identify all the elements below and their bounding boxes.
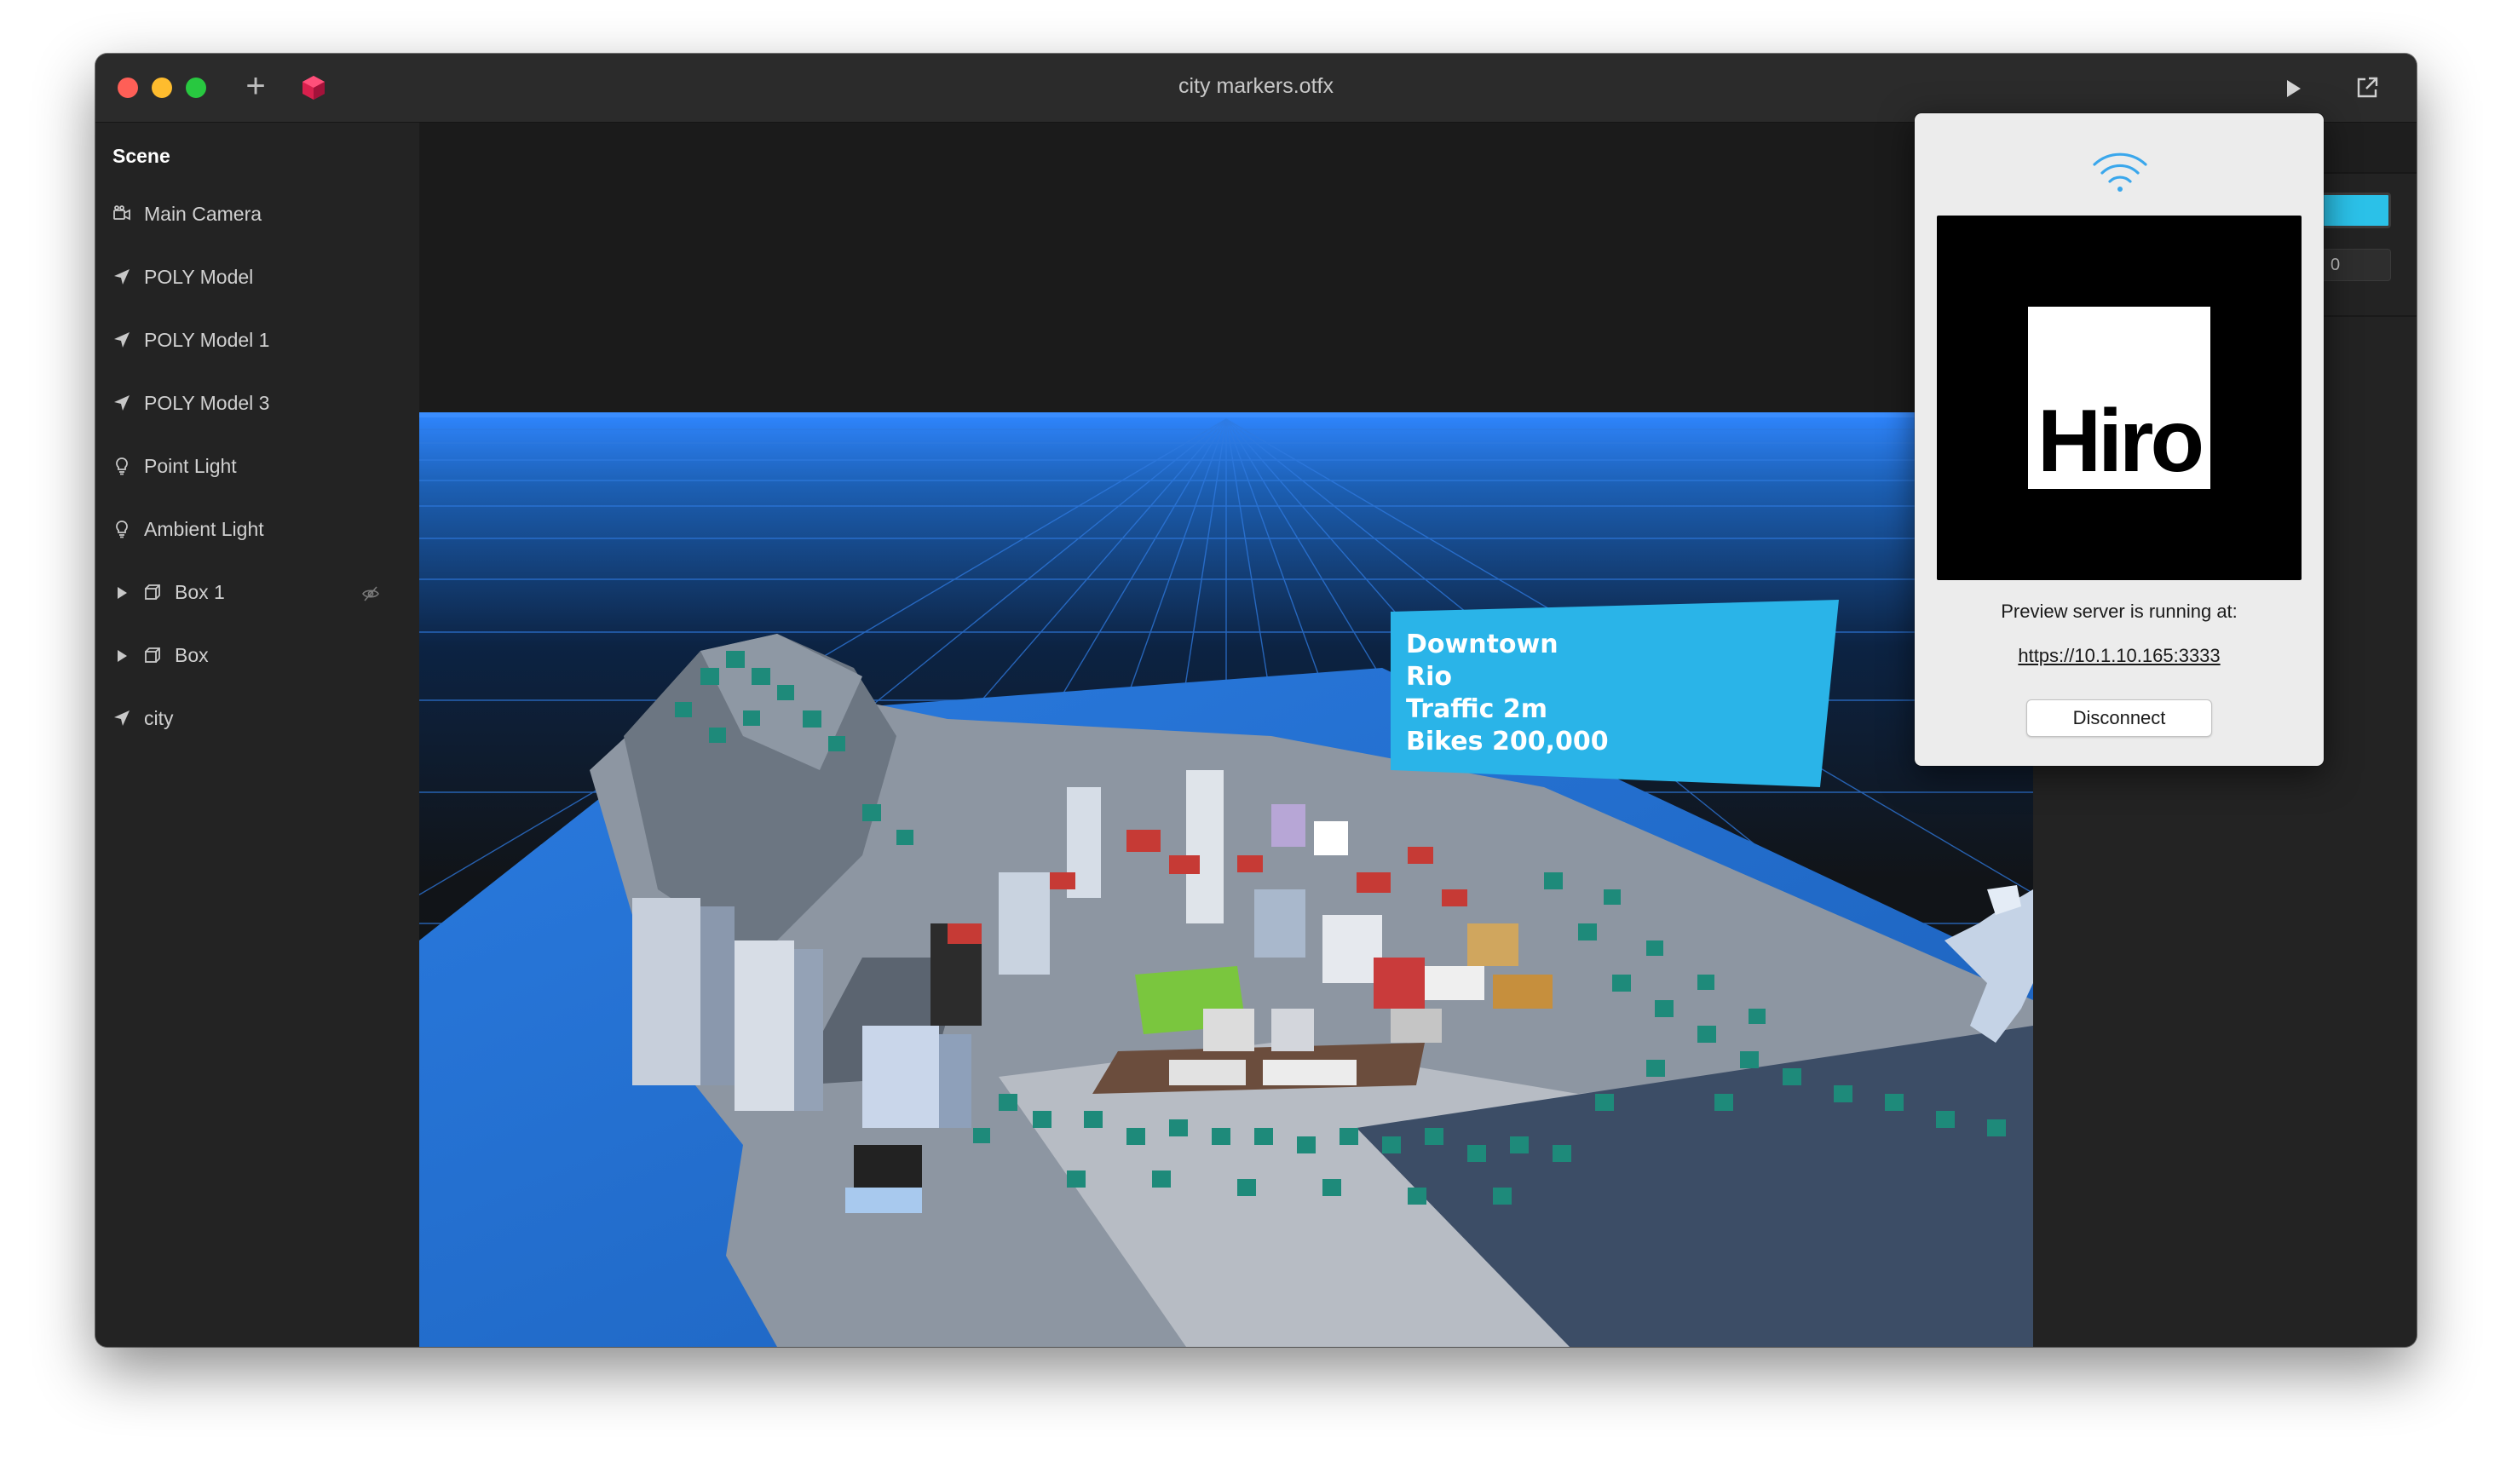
play-icon[interactable]	[2280, 76, 2306, 101]
preview-url-link[interactable]: https://10.1.10.165:3333	[1915, 645, 2324, 667]
color-swatch[interactable]	[2318, 193, 2391, 228]
sidebar-item-label: Ambient Light	[144, 518, 264, 540]
wifi-icon	[2093, 152, 2147, 192]
camera-icon	[113, 205, 130, 221]
scene-render[interactable]: Downtown Rio Traffic 2m Bikes 200,000	[419, 123, 2033, 1347]
sidebar-item-label: city	[144, 707, 174, 729]
sidebar-item-poly-model-3[interactable]: POLY Model 3	[95, 380, 419, 428]
window-title: city markers.otfx	[1178, 74, 1334, 98]
horizon-line	[419, 412, 2033, 417]
model-icon	[114, 710, 130, 726]
sidebar-item-label: Box	[175, 644, 209, 666]
scene-sidebar: Scene Main Camera POLY Model POLY Model …	[95, 123, 419, 1347]
model-icon	[114, 332, 130, 348]
sidebar-item-label: Main Camera	[144, 203, 262, 225]
sidebar-item-label: Point Light	[144, 455, 237, 477]
sidebar-item-poly-model[interactable]: POLY Model	[95, 254, 419, 302]
sidebar-item-city[interactable]: city	[95, 695, 419, 743]
sidebar-item-label: POLY Model	[144, 266, 254, 288]
title-bar: + city markers.otfx	[95, 54, 2417, 123]
sidebar-item-box-1[interactable]: Box 1	[95, 569, 419, 617]
sidebar-item-label: POLY Model 3	[144, 392, 270, 414]
sidebar-item-ambient-light[interactable]: Ambient Light	[95, 506, 419, 554]
open-external-icon[interactable]	[2354, 74, 2381, 101]
sidebar-item-label: POLY Model 1	[144, 329, 270, 351]
disclosure-triangle-icon[interactable]	[116, 586, 128, 600]
info-billboard: Downtown Rio Traffic 2m Bikes 200,000	[1391, 600, 1839, 787]
marker-text: Hiro	[2037, 392, 2204, 491]
disconnect-button[interactable]: Disconnect	[2026, 699, 2212, 737]
light-bulb-icon	[116, 457, 128, 475]
preview-status-text: Preview server is running at:	[2001, 601, 2238, 622]
billboard-line-2: Rio	[1406, 662, 1452, 692]
billboard-line-3: Traffic 2m	[1406, 694, 1547, 724]
sidebar-item-poly-model-1[interactable]: POLY Model 1	[95, 317, 419, 365]
number-field[interactable]: 0	[2319, 249, 2391, 281]
marker-paper: Hiro	[2028, 307, 2210, 489]
billboard-line-1: Downtown	[1406, 630, 1558, 659]
sidebar-item-point-light[interactable]: Point Light	[95, 443, 419, 491]
hiro-marker-image: Hiro	[1937, 216, 2302, 580]
light-bulb-icon	[116, 521, 128, 538]
disclosure-triangle-icon[interactable]	[116, 649, 128, 663]
sidebar-item-label: Box 1	[175, 581, 225, 603]
sidebar-item-box[interactable]: Box	[95, 632, 419, 680]
eye-slash-icon[interactable]	[361, 584, 380, 603]
box-icon	[145, 647, 160, 663]
scene-viewport[interactable]: Downtown Rio Traffic 2m Bikes 200,000	[419, 123, 2033, 1347]
sidebar-item-main-camera[interactable]: Main Camera	[95, 191, 419, 239]
box-icon	[145, 584, 160, 600]
model-icon	[114, 395, 130, 411]
model-icon	[114, 269, 130, 285]
sidebar-header: Scene	[112, 145, 170, 167]
preview-server-popover: Hiro Preview server is running at: https…	[1915, 113, 2324, 766]
billboard-line-4: Bikes 200,000	[1406, 727, 1609, 756]
